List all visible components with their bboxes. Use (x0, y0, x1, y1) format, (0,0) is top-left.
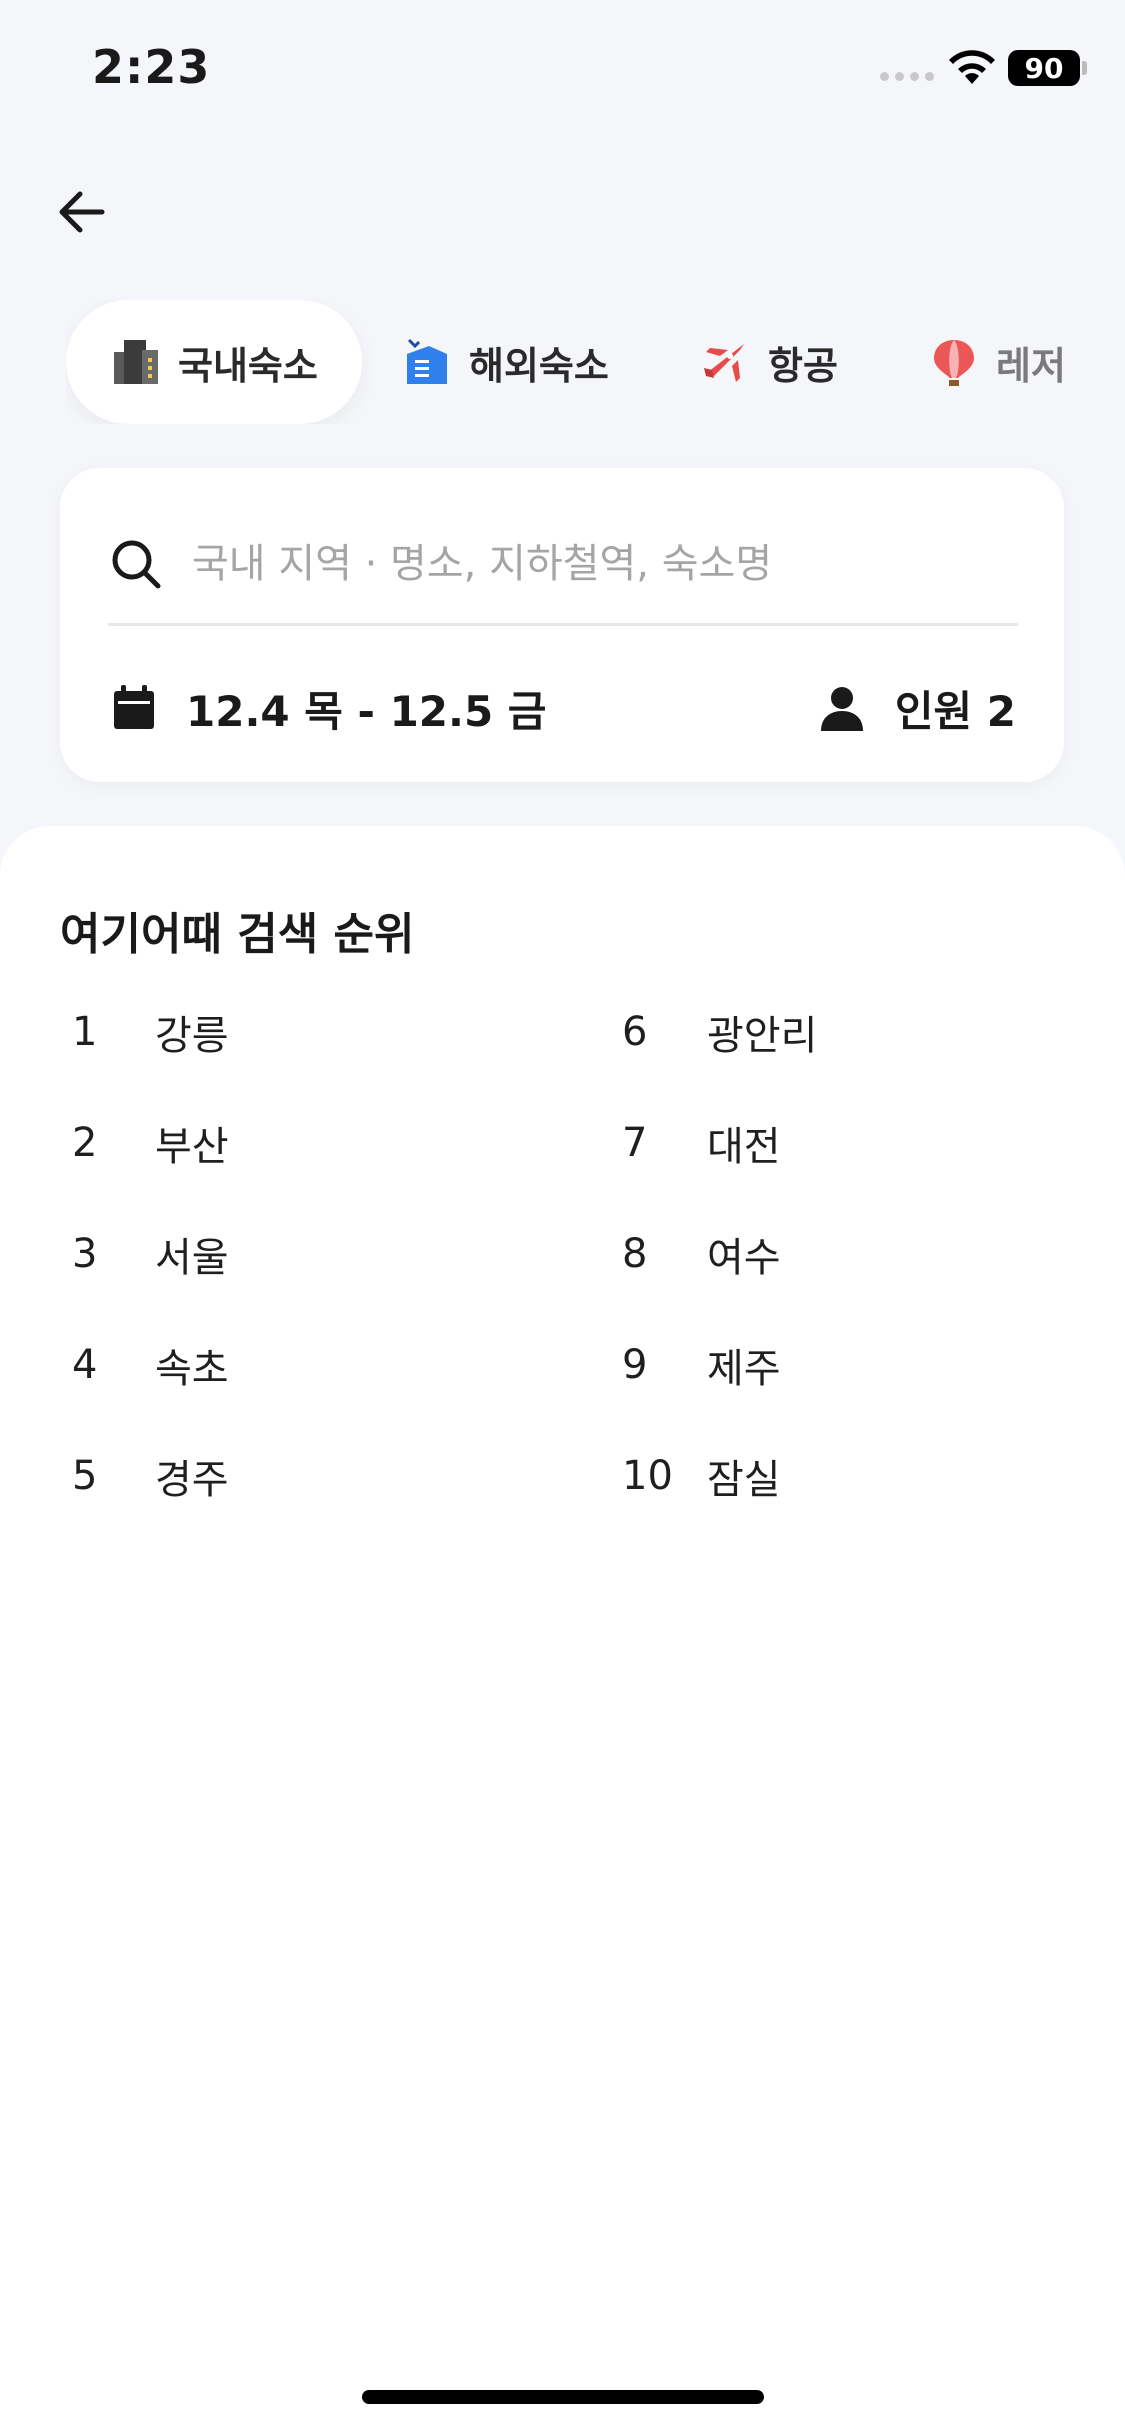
tab-label: 레저 (996, 343, 1066, 388)
guest-count: 인원 2 (894, 686, 1016, 736)
rank-number: 5 (72, 1452, 98, 1499)
battery-tip (1082, 61, 1087, 75)
ranking-item[interactable]: 3 서울 (60, 1198, 560, 1309)
tab-label: 국내숙소 (178, 343, 318, 388)
ranking-column-left: 1 강릉 2 부산 3 서울 4 속초 5 경주 (60, 976, 560, 1531)
ranking-item[interactable]: 2 부산 (60, 1087, 560, 1198)
ranking-item[interactable]: 8 여수 (612, 1198, 1112, 1309)
rank-number: 9 (622, 1341, 648, 1388)
category-tabs: 국내숙소 해외숙소 항공 레저 (66, 300, 1066, 424)
divider (108, 623, 1018, 626)
search-icon (112, 540, 161, 589)
rank-keyword: 여수 (707, 1234, 781, 1281)
back-arrow-icon[interactable] (52, 182, 112, 242)
ranking-column-right: 6 광안리 7 대전 8 여수 9 제주 10 잠실 (612, 976, 1112, 1531)
ranking-item[interactable]: 10 잠실 (612, 1420, 1112, 1531)
search-card: 12.4 목 - 12.5 금 인원 2 (60, 468, 1064, 782)
ranking-item[interactable]: 5 경주 (60, 1420, 560, 1531)
rank-keyword: 부산 (155, 1123, 229, 1170)
date-selector[interactable]: 12.4 목 - 12.5 금 (112, 663, 546, 753)
ranking-item[interactable]: 6 광안리 (612, 976, 1112, 1087)
rank-keyword: 강릉 (155, 1012, 229, 1059)
rank-number: 2 (72, 1119, 98, 1166)
rank-keyword: 속초 (155, 1345, 229, 1392)
calendar-icon (114, 685, 154, 729)
rank-keyword: 서울 (155, 1234, 229, 1281)
search-bar[interactable] (108, 516, 1018, 612)
tab-flight[interactable]: 항공 (700, 300, 838, 424)
battery-level: 90 (1024, 51, 1064, 85)
wifi-icon (949, 50, 995, 84)
home-indicator[interactable] (362, 2390, 764, 2404)
search-input[interactable] (192, 541, 992, 587)
rank-keyword: 광안리 (707, 1012, 818, 1059)
tab-leisure[interactable]: 레저 (928, 300, 1066, 424)
tab-label: 항공 (768, 343, 838, 388)
rank-number: 3 (72, 1230, 98, 1277)
rank-number: 6 (622, 1008, 648, 1055)
battery-icon: 90 (1008, 50, 1080, 86)
rank-keyword: 제주 (707, 1345, 781, 1392)
rank-number: 7 (622, 1119, 648, 1166)
rank-keyword: 대전 (707, 1123, 781, 1170)
rank-number: 4 (72, 1341, 98, 1388)
cellular-signal-icon (880, 72, 934, 81)
ranking-item[interactable]: 7 대전 (612, 1087, 1112, 1198)
search-ranking-panel: 여기어때 검색 순위 1 강릉 2 부산 3 서울 4 속초 5 경주 6 광안리 7 대전 … (0, 826, 1125, 2436)
overseas-hotel-icon (407, 338, 447, 384)
rank-keyword: 경주 (155, 1456, 229, 1503)
guest-selector[interactable]: 인원 2 (819, 663, 1016, 753)
hot-air-balloon-icon (934, 340, 974, 386)
ranking-item[interactable]: 1 강릉 (60, 976, 560, 1087)
ranking-item[interactable]: 4 속초 (60, 1309, 560, 1420)
tab-domestic-stay[interactable]: 국내숙소 (66, 300, 362, 424)
ranking-title: 여기어때 검색 순위 (60, 909, 415, 960)
tab-label: 해외숙소 (469, 343, 609, 388)
rank-keyword: 잠실 (707, 1456, 781, 1503)
airplane-icon (704, 344, 744, 382)
person-icon (820, 687, 863, 731)
ranking-item[interactable]: 9 제주 (612, 1309, 1112, 1420)
status-bar: 2:23 90 (0, 0, 1125, 140)
rank-number: 10 (622, 1452, 673, 1499)
building-icon (114, 340, 158, 384)
rank-number: 8 (622, 1230, 648, 1277)
status-time: 2:23 (92, 40, 211, 94)
rank-number: 1 (72, 1008, 98, 1055)
tab-overseas-stay[interactable]: 해외숙소 (401, 300, 609, 424)
date-range: 12.4 목 - 12.5 금 (186, 686, 547, 736)
